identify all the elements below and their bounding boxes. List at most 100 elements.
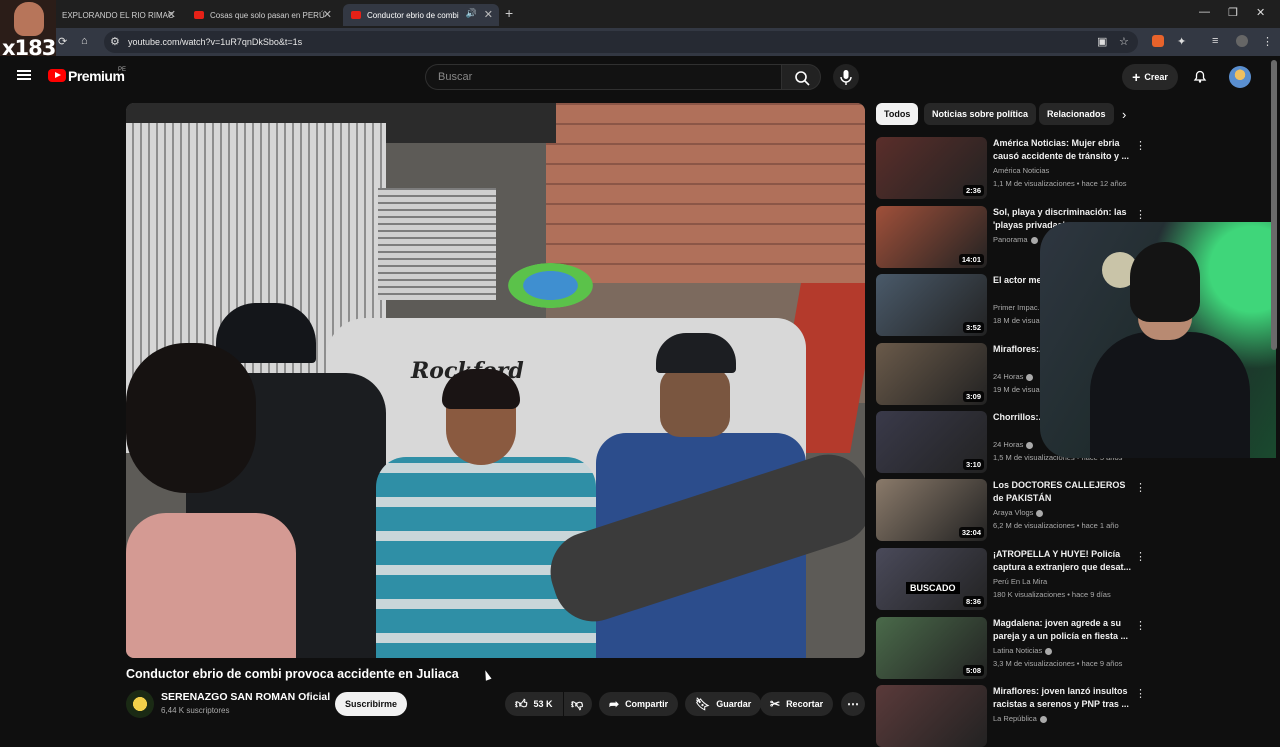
save-label: Guardar [716,699,752,709]
recommendation-channel[interactable]: 24 Horas [993,372,1034,381]
minimize-icon[interactable]: — [1199,6,1210,18]
recommendation-title[interactable]: ¡ATROPELLA Y HUYE! Policía captura a ext… [993,548,1133,574]
video-thumbnail[interactable]: 3:52 [876,274,987,336]
kebab-menu-icon[interactable]: ⋮ [1135,550,1146,563]
thumbs-up-icon: 👍︎ [515,696,528,711]
chip-politica[interactable]: Noticias sobre política [924,103,1037,125]
chip-todos[interactable]: Todos [876,103,919,125]
address-bar-row: youtube.com/watch?v=1uR7qnDkSbo&t=1s [0,28,1280,56]
create-button[interactable]: + Crear [1122,64,1178,90]
recommendation-channel[interactable]: Panorama [993,235,1038,244]
extensions-puzzle-icon[interactable]: ✦ [1177,35,1186,48]
recommendation-title[interactable]: Miraflores: joven lanzó insultos racista… [993,685,1133,711]
video-thumbnail[interactable] [876,685,987,747]
subscribe-button[interactable]: Suscribirme [335,692,407,716]
recommendation-title[interactable]: Magdalena: joven agrede a su pareja y a … [993,617,1133,643]
kebab-menu-icon[interactable]: ⋮ [1135,619,1146,632]
kebab-menu-icon[interactable]: ⋮ [1135,687,1146,700]
media-control-icon[interactable]: ≡ [1212,35,1218,47]
video-scene-woman [126,343,296,658]
share-button[interactable]: ➦ Compartir [599,692,679,716]
more-actions-button[interactable]: ⋯ [841,692,865,716]
dislike-button[interactable]: 👎︎ [564,692,592,716]
youtube-logo-icon[interactable] [48,69,66,82]
voice-search-button[interactable] [833,64,859,90]
video-thumbnail[interactable]: 14:01 [876,206,987,268]
streamer-overlay-badge: x183 [0,0,56,60]
chevron-right-icon[interactable]: › [1122,107,1126,122]
kebab-menu-icon[interactable]: ⋮ [1135,208,1146,221]
kebab-menu-icon[interactable]: ⋮ [1135,481,1146,494]
like-count: 53 K [533,699,553,709]
close-icon[interactable]: ✕ [484,8,493,21]
like-button[interactable]: 👍︎ 53 K [505,692,563,716]
browser-tab[interactable]: Cosas que solo pasan en PERÚ ✕ [186,4,338,26]
close-icon[interactable]: ✕ [323,8,332,21]
mouse-cursor-icon [482,669,492,681]
scissors-icon: ✂ [770,697,781,711]
video-thumbnail[interactable]: 32:04 [876,479,987,541]
page-scrollbar[interactable] [1271,60,1277,350]
channel-label: 24 Horas [993,440,1024,449]
video-thumbnail[interactable]: 5:08 [876,617,987,679]
user-avatar[interactable] [1229,66,1251,88]
thumbs-down-icon: 👎︎ [571,696,584,711]
tab-title: Conductor ebrio de combi [367,10,459,20]
close-icon[interactable]: ✕ [167,8,176,21]
recommendation-meta: 1,1 M de visualizaciones • hace 12 años [993,179,1127,188]
url-field[interactable]: youtube.com/watch?v=1uR7qnDkSbo&t=1s [104,31,1138,53]
recommendation-item[interactable]: BUSCADO 8:36 ¡ATROPELLA Y HUYE! Policía ca… [876,548,1276,610]
hamburger-menu-icon[interactable] [17,70,31,80]
extension-icon[interactable] [1152,35,1164,47]
verified-check-icon [1026,441,1034,449]
recommendation-item[interactable]: 2:36 América Noticias: Mujer ebria causó … [876,137,1276,199]
maximize-icon[interactable]: ❐ [1228,6,1238,19]
save-button[interactable]: 🔖︎ Guardar [685,692,762,716]
recommendation-channel[interactable]: La República [993,714,1047,723]
recommendation-item[interactable]: 32:04 Los DOCTORES CALLEJEROS de PAKISTÁN… [876,479,1276,541]
speaker-icon[interactable]: 🔊 [466,8,477,19]
bookmark-star-icon[interactable]: ☆ [1119,35,1129,48]
verified-check-icon [1045,647,1053,655]
logo-region: PE [118,67,127,73]
video-duration: 3:09 [962,391,984,402]
new-tab-icon[interactable]: + [505,5,513,21]
chip-relacionados[interactable]: Relacionados [1039,103,1114,125]
video-thumbnail[interactable]: 3:09 [876,343,987,405]
clip-button[interactable]: ✂ Recortar [760,692,834,716]
channel-label: La República [993,714,1037,723]
window-close-icon[interactable]: ✕ [1256,6,1265,19]
search-input[interactable]: Buscar [425,64,781,90]
channel-name[interactable]: SERENAZGO SAN ROMAN Oficial [161,691,330,703]
site-info-icon[interactable]: ⚙ [110,35,120,48]
video-player[interactable]: Rockford [126,103,865,658]
reload-icon[interactable]: ⟳ [58,35,67,48]
browser-tab-active[interactable]: Conductor ebrio de combi 🔊 ✕ [343,4,499,26]
browser-tab-bar: EXPLORANDO EL RIO RIMAC ✕ Cosas que solo… [0,0,1280,28]
recommendation-channel[interactable]: 24 Horas [993,440,1034,449]
home-icon[interactable]: ⌂ [81,35,88,47]
recommendation-channel[interactable]: Latina Noticias [993,646,1053,655]
search-button[interactable] [781,64,821,90]
more-menu-icon[interactable]: ⋮ [1262,35,1273,48]
logo-text[interactable]: Premium [68,68,125,84]
kebab-menu-icon[interactable]: ⋮ [1135,139,1146,152]
recommendation-channel[interactable]: Perú En La Mira [993,577,1047,586]
recommendation-item[interactable]: Miraflores: joven lanzó insultos racista… [876,685,1276,747]
recommendation-channel[interactable]: América Noticias [993,166,1049,175]
recommendation-title[interactable]: América Noticias: Mujer ebria causó acci… [993,137,1133,163]
recommendation-channel[interactable]: Araya Vlogs [993,508,1044,517]
channel-label: Perú En La Mira [993,577,1048,586]
video-duration: 2:36 [962,185,984,196]
recommendation-item[interactable]: 5:08 Magdalena: joven agrede a su pareja … [876,617,1276,679]
notifications-bell-icon[interactable] [1193,69,1207,83]
install-app-icon[interactable]: ▣ [1097,35,1107,48]
channel-avatar[interactable] [126,690,154,718]
profile-icon[interactable] [1236,35,1248,47]
browser-tab[interactable]: EXPLORANDO EL RIO RIMAC ✕ [54,4,182,26]
recommendation-channel[interactable]: Primer Impac... [993,303,1044,312]
video-thumbnail[interactable]: 2:36 [876,137,987,199]
video-thumbnail[interactable]: BUSCADO 8:36 [876,548,987,610]
recommendation-title[interactable]: Los DOCTORES CALLEJEROS de PAKISTÁN [993,479,1133,505]
video-thumbnail[interactable]: 3:10 [876,411,987,473]
